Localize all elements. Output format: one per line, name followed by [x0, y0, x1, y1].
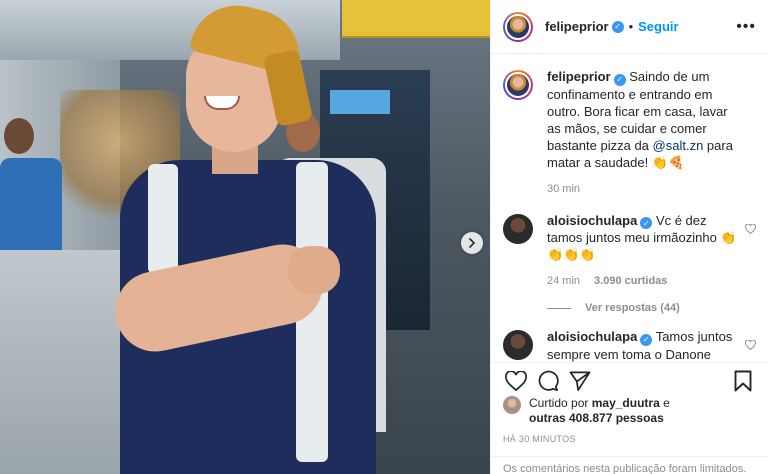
replies-divider [547, 307, 571, 309]
heart-icon[interactable] [744, 339, 757, 353]
view-replies-button[interactable]: Ver respostas (44) [547, 302, 756, 314]
verified-badge-icon: ✓ [611, 20, 624, 33]
instagram-post: felipeprior ✓ • Seguir ••• felipeprior ✓ … [0, 0, 768, 474]
comment-icon[interactable] [535, 368, 561, 394]
follow-button[interactable]: Seguir [638, 19, 678, 34]
mention-link[interactable]: @salt.zn [653, 138, 704, 153]
comment-author[interactable]: aloisiochulapa [547, 213, 637, 228]
bookmark-icon[interactable] [730, 368, 756, 394]
more-horizontal-icon[interactable]: ••• [736, 18, 756, 36]
comments-list[interactable]: felipeprior ✓ Saindo de um confinamento e… [491, 54, 768, 362]
liked-by: Curtido por may_duutra e outras 408.877 … [503, 396, 670, 426]
post-header: felipeprior ✓ • Seguir ••• [491, 0, 768, 54]
liked-by-user[interactable]: may_duutra [592, 396, 660, 410]
comment-item: aloisiochulapa ✓ Vc é dez tamos juntos me… [503, 212, 757, 291]
comment-author[interactable]: aloisiochulapa [547, 329, 637, 344]
verified-badge-icon: ✓ [640, 333, 653, 346]
verified-badge-icon: ✓ [640, 217, 653, 229]
smiling-man [100, 0, 400, 474]
avatar[interactable] [503, 213, 533, 244]
avatar[interactable] [503, 330, 533, 360]
heart-icon[interactable] [503, 368, 529, 394]
post-sidebar: felipeprior ✓ • Seguir ••• felipeprior ✓ … [490, 0, 768, 474]
separator-dot: • [628, 19, 634, 34]
comments-limited-notice: Os comentários nesta publicação foram li… [491, 456, 768, 474]
liked-by-connector: e [663, 396, 670, 410]
post-timestamp[interactable]: HÁ 30 MINUTOS [503, 434, 576, 444]
post-caption: felipeprior ✓ Saindo de um confinamento e… [503, 68, 756, 198]
view-replies-label: Ver respostas (44) [585, 302, 680, 314]
liked-by-prefix: Curtido por [529, 396, 589, 410]
heart-icon[interactable] [744, 223, 757, 237]
comment-item: aloisiochulapa ✓ Tamos juntos sempre vem … [503, 328, 757, 362]
author-username[interactable]: felipeprior [545, 19, 609, 34]
action-bar [491, 362, 768, 398]
share-icon[interactable] [567, 368, 593, 394]
caption-author[interactable]: felipeprior [547, 69, 611, 84]
verified-badge-icon: ✓ [613, 73, 626, 86]
chevron-right-icon[interactable] [461, 232, 483, 254]
post-photo[interactable] [0, 0, 490, 474]
comment-likes[interactable]: 3.090 curtidas [594, 273, 667, 290]
caption-time: 30 min [547, 182, 581, 195]
avatar[interactable] [503, 70, 533, 100]
comment-time: 24 min [547, 275, 581, 287]
avatar[interactable] [503, 11, 533, 42]
liked-by-others[interactable]: outras 408.877 pessoas [529, 411, 664, 425]
avatar[interactable] [503, 396, 521, 414]
